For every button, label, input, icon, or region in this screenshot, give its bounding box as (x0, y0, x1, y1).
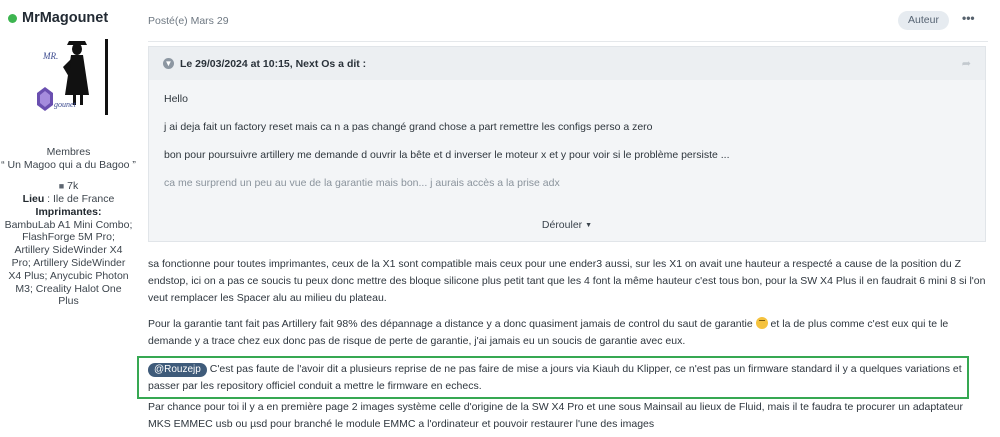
expand-label: Dérouler (541, 219, 583, 231)
wink-emoji-icon (755, 317, 768, 329)
comment-icon: ■ (58, 181, 65, 191)
user-mention[interactable]: @Rouzejp (148, 363, 207, 377)
expand-button[interactable]: Dérouler ▼ (149, 219, 985, 231)
lieu-value: : Ile de France (44, 193, 115, 205)
post-paragraph: Par chance pour toi il y a en première p… (148, 401, 964, 430)
avatar-text-bottom: gounet (54, 100, 77, 109)
share-arrow-icon[interactable]: ➦ (962, 57, 971, 70)
post-count-value: 7k (67, 180, 79, 192)
lieu-label: Lieu (22, 193, 45, 205)
post-count: ■ 7k (0, 180, 137, 193)
quote-line: j ai deja fait un factory reset mais ca … (164, 121, 653, 133)
author-name[interactable]: MrMagounet (8, 10, 108, 26)
avatar[interactable]: MR. gounet (27, 37, 111, 117)
online-status-icon (8, 13, 17, 23)
post-paragraph: Pour la garantie tant fait pas Artillery… (148, 316, 988, 350)
quote-line: bon pour poursuivre artillery me demande… (164, 149, 730, 161)
printers-value: BambuLab A1 Mini Combo; FlashForge 5M Pr… (4, 218, 133, 308)
author-badge: Auteur (898, 11, 949, 30)
author-group: Membres “ Un Magoo qui a du Bagoo ” (0, 146, 137, 172)
post-date[interactable]: Posté(e) Mars 29 (148, 15, 229, 27)
divider (148, 41, 988, 42)
printers-label: Imprimantes: (35, 205, 102, 218)
chevron-down-icon: ▼ (163, 58, 174, 69)
author-name-label[interactable]: MrMagounet (22, 10, 108, 26)
post-text: Pour la garantie tant fait pas Artillery… (148, 318, 756, 330)
author-column: MrMagounet MR. gounet Membres “ Un Magoo… (0, 0, 137, 437)
quote-line: ca me surprend un peu au vue de la garan… (164, 177, 560, 189)
quote-line: Hello (164, 93, 188, 105)
post-paragraph: sa fonctionne pour toutes imprimantes, c… (148, 258, 986, 304)
ellipsis-icon[interactable]: ••• (962, 11, 975, 25)
caret-down-icon: ▼ (585, 222, 593, 229)
avatar-image: MR. gounet (37, 39, 108, 115)
quote-block: ▼ Le 29/03/2024 at 10:15, Next Os a dit … (148, 46, 986, 242)
member-title: “ Un Magoo qui a du Bagoo ” (1, 158, 136, 171)
member-group: Membres (46, 146, 91, 158)
post-text: C'est pas faute de l'avoir dit a plusieu… (148, 363, 962, 392)
quote-body: Hello j ai deja fait un factory reset ma… (164, 93, 730, 205)
author-details: Lieu : Ile de France Imprimantes: BambuL… (0, 193, 137, 308)
post-paragraph: @Rouzejp C'est pas faute de l'avoir dit … (148, 361, 966, 395)
quote-citation: Le 29/03/2024 at 10:15, Next Os a dit : (180, 57, 367, 70)
quote-header[interactable]: ▼ Le 29/03/2024 at 10:15, Next Os a dit … (149, 47, 985, 80)
avatar-text-top: MR. (42, 51, 58, 61)
